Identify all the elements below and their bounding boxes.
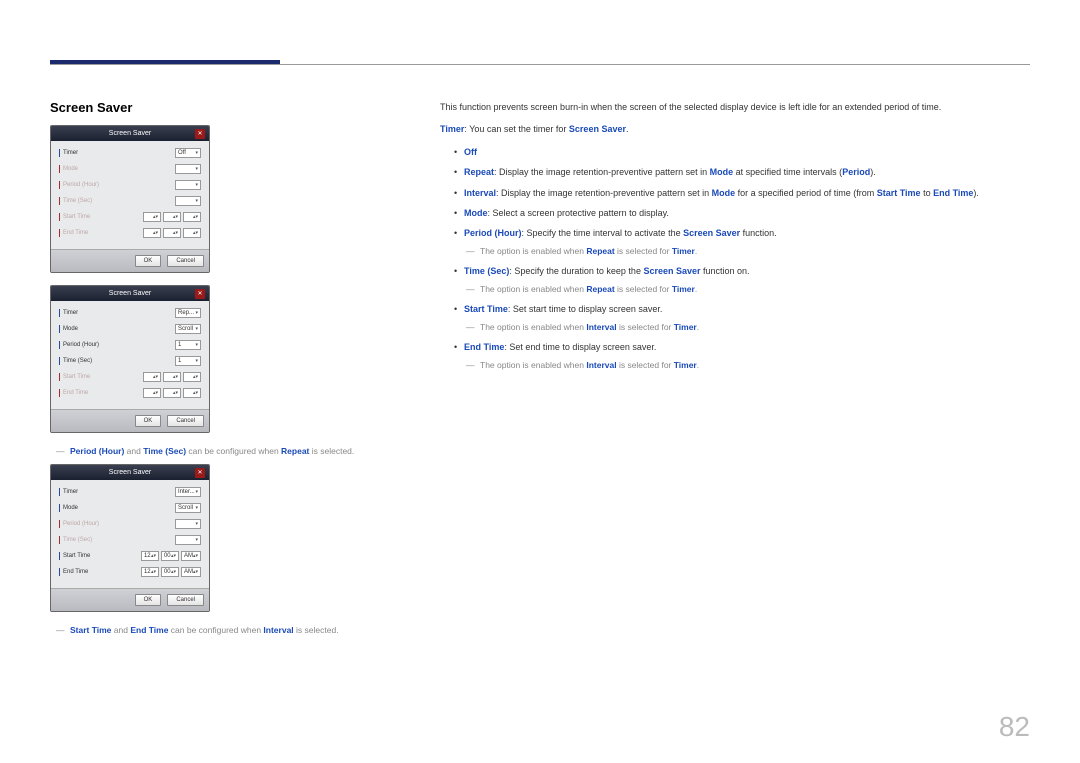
bullet-end: End Time: Set end time to display screen… xyxy=(454,340,1030,372)
dialog-title-text: Screen Saver xyxy=(109,130,151,137)
timer-select[interactable]: Off▾ xyxy=(175,148,201,158)
close-icon[interactable]: ✕ xyxy=(195,289,205,299)
label-period: Period (Hour) xyxy=(63,182,99,188)
bullet-mode: Mode: Select a screen protective pattern… xyxy=(454,206,1030,220)
bullet-interval: Interval: Display the image retention-pr… xyxy=(454,186,1030,200)
dialog-screensaver-off: Screen Saver ✕ Timer Off▾ Mode ▾ Period … xyxy=(50,125,210,273)
close-icon[interactable]: ✕ xyxy=(195,129,205,139)
label-mode: Mode xyxy=(63,166,78,172)
end-time-input[interactable]: 12▴▾00▴▾AM▴▾ xyxy=(141,567,201,577)
ok-button[interactable]: OK xyxy=(135,415,162,427)
cancel-button[interactable]: Cancel xyxy=(167,255,204,267)
timesec-select[interactable]: 1▾ xyxy=(175,356,201,366)
description-column: This function prevents screen burn-in wh… xyxy=(440,100,1030,643)
timesec-select: ▾ xyxy=(175,196,201,206)
label-starttime: Start Time xyxy=(63,214,90,220)
timer-select[interactable]: Inter...▾ xyxy=(175,487,201,497)
cancel-button[interactable]: Cancel xyxy=(167,594,204,606)
label-endtime: End Time xyxy=(63,230,88,236)
period-select[interactable]: 1▾ xyxy=(175,340,201,350)
start-time-input[interactable]: 12▴▾00▴▾AM▴▾ xyxy=(141,551,201,561)
page-number: 82 xyxy=(999,711,1030,743)
bullet-timesec: Time (Sec): Specify the duration to keep… xyxy=(454,264,1030,296)
timer-desc: Timer: You can set the timer for Screen … xyxy=(440,122,1030,136)
bullet-repeat: Repeat: Display the image retention-prev… xyxy=(454,165,1030,179)
ok-button[interactable]: OK xyxy=(135,594,162,606)
ok-button[interactable]: OK xyxy=(135,255,162,267)
dialog-title: Screen Saver ✕ xyxy=(51,126,209,141)
cancel-button[interactable]: Cancel xyxy=(167,415,204,427)
note-repeat: Period (Hour) and Time (Sec) can be conf… xyxy=(50,445,410,458)
mode-select[interactable]: Scroll▾ xyxy=(175,503,201,513)
dialog-title: Screen Saver ✕ xyxy=(51,286,209,301)
dialog-title: Screen Saver ✕ xyxy=(51,465,209,480)
label-timer: Timer xyxy=(63,150,78,156)
mode-select: ▾ xyxy=(175,164,201,174)
label-timesec: Time (Sec) xyxy=(63,198,92,204)
bullet-start: Start Time: Set start time to display sc… xyxy=(454,302,1030,334)
bullet-period: Period (Hour): Specify the time interval… xyxy=(454,226,1030,258)
close-icon[interactable]: ✕ xyxy=(195,468,205,478)
mode-select[interactable]: Scroll▾ xyxy=(175,324,201,334)
chevron-down-icon: ▾ xyxy=(195,150,198,156)
timer-select[interactable]: Rep...▾ xyxy=(175,308,201,318)
section-title: Screen Saver xyxy=(50,100,410,115)
period-select: ▾ xyxy=(175,180,201,190)
intro-text: This function prevents screen burn-in wh… xyxy=(440,100,1030,114)
dialog-screensaver-repeat: Screen Saver ✕ Timer Rep...▾ Mode Scroll… xyxy=(50,285,210,433)
dialog-screensaver-interval: Screen Saver ✕ Timer Inter...▾ Mode Scro… xyxy=(50,464,210,612)
note-interval: Start Time and End Time can be configure… xyxy=(50,624,410,637)
top-divider xyxy=(50,64,1030,65)
bullet-off: Off xyxy=(454,145,1030,159)
